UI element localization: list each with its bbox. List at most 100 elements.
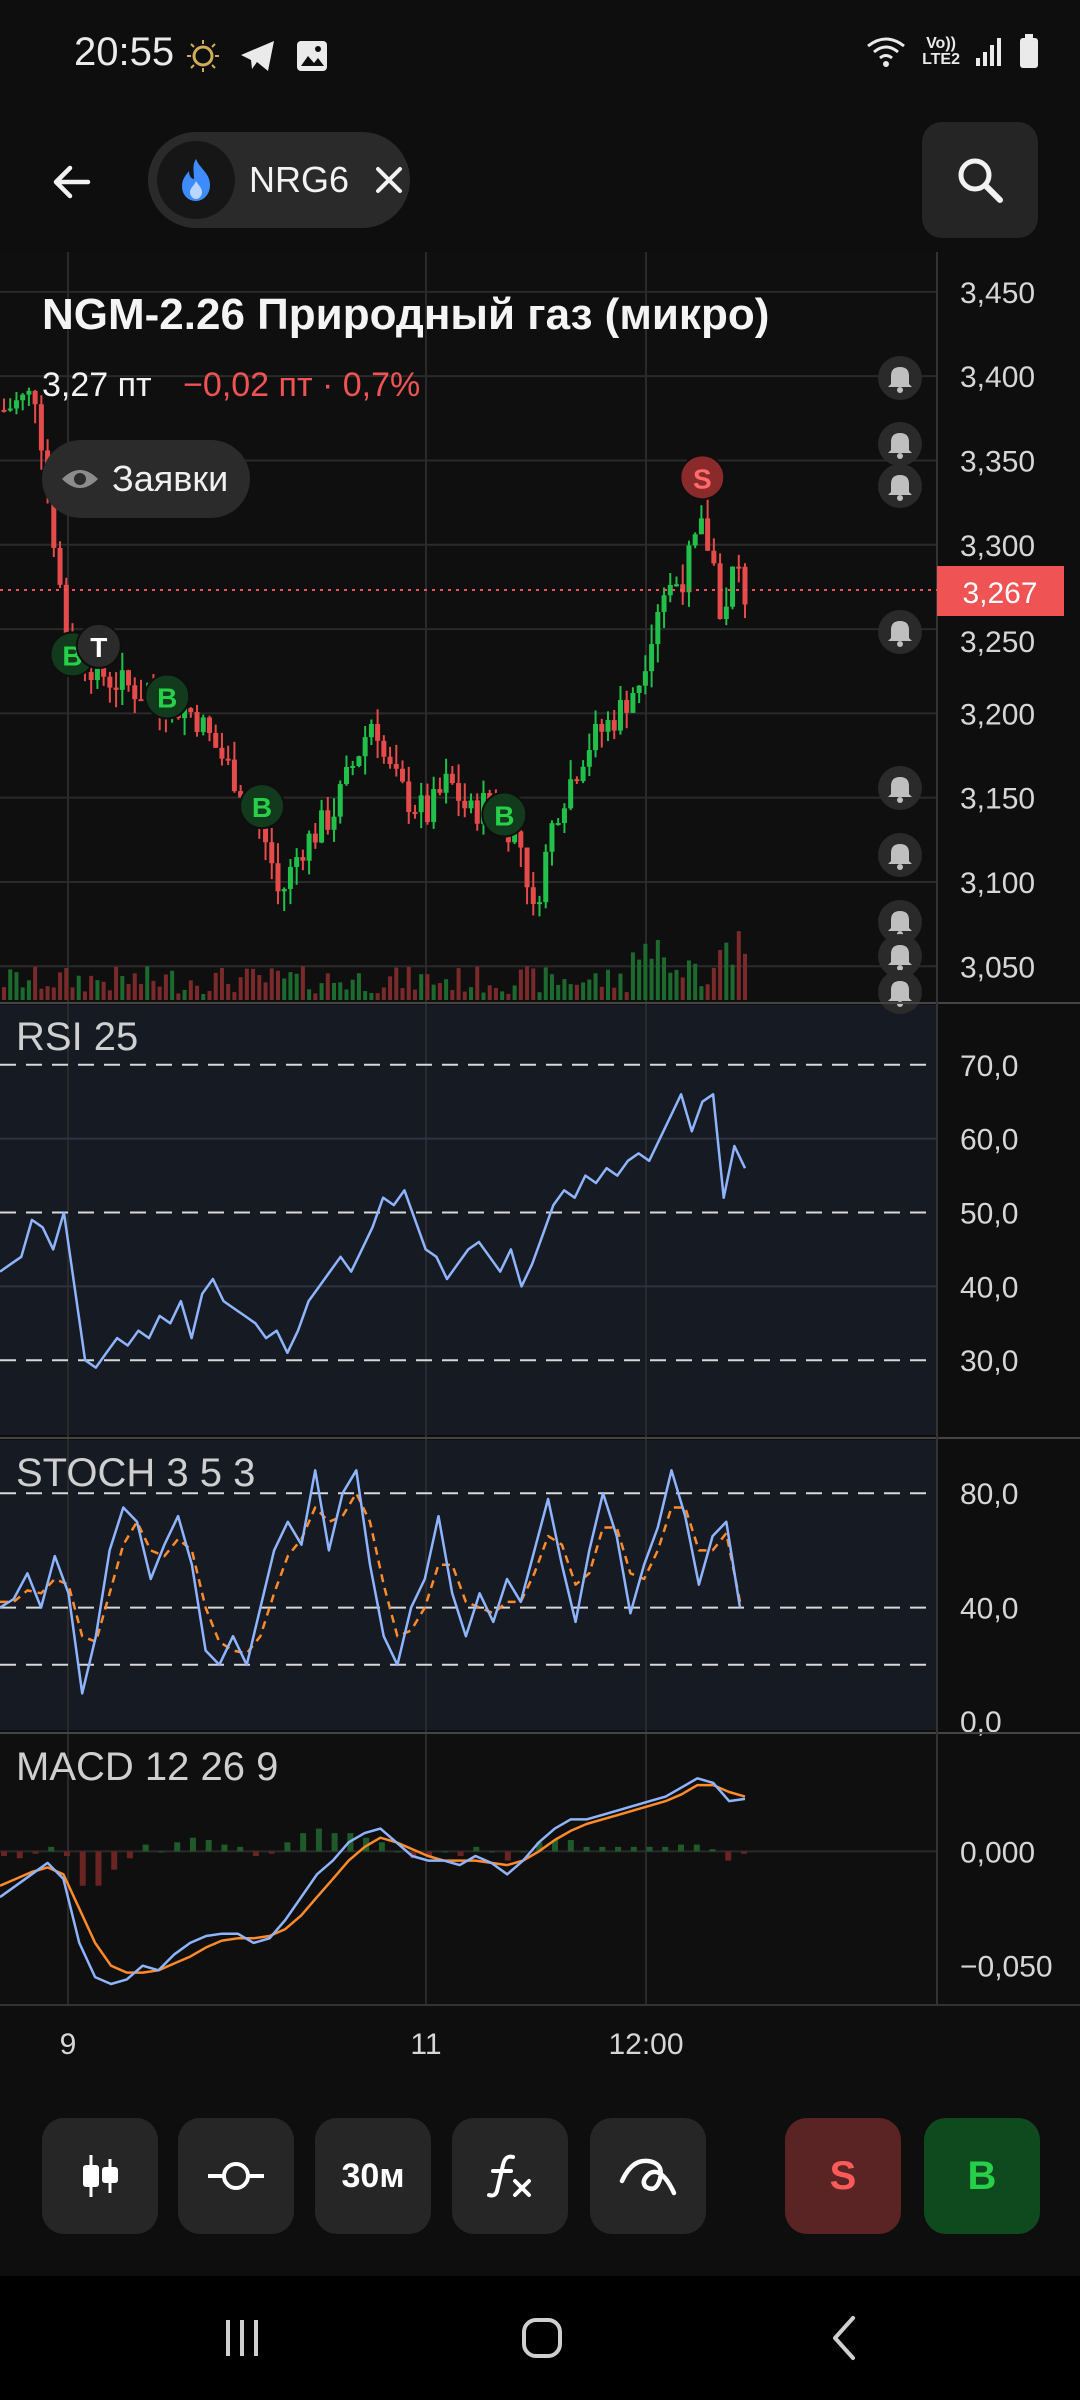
macd-histogram-bar — [300, 1833, 307, 1852]
bell-icon[interactable] — [878, 464, 922, 508]
indicator-button[interactable] — [178, 2118, 294, 2234]
signal-marker-label: S — [693, 463, 712, 494]
time-axis-tick: 11 — [410, 2028, 441, 2061]
macd-histogram-bar — [378, 1842, 385, 1852]
volume-bar — [114, 966, 119, 1000]
price-summary: 3,27 пт −0,02 пт · 0,7% — [42, 366, 420, 405]
candle-body — [368, 724, 374, 738]
bell-icon[interactable] — [878, 833, 922, 877]
macd-histogram-bar — [725, 1851, 732, 1861]
line-node-icon — [208, 2162, 264, 2190]
price-axis-tick: 3,100 — [960, 867, 1035, 900]
volume-bar — [444, 979, 449, 1000]
volume-bar — [363, 991, 368, 1000]
candle-body — [294, 857, 300, 867]
volume-bar — [581, 982, 586, 1000]
close-icon — [376, 167, 403, 193]
candle-body — [300, 857, 306, 861]
signal-marker-label: B — [157, 683, 177, 714]
candle-body — [730, 566, 736, 607]
volume-bar — [138, 983, 143, 1000]
volume-bar — [649, 958, 654, 1000]
recents-button[interactable] — [212, 2308, 272, 2368]
volume-bar — [568, 984, 573, 1000]
candle-body — [107, 676, 113, 688]
volume-bar — [556, 984, 561, 1000]
system-nav-bar — [0, 2276, 1080, 2400]
candle-body — [319, 810, 325, 843]
nav-back-button[interactable] — [815, 2308, 875, 2368]
chart-type-button[interactable] — [42, 2118, 158, 2234]
volume-bar — [662, 957, 667, 1000]
functions-button[interactable] — [452, 2118, 568, 2234]
volume-bar — [344, 989, 349, 1000]
volume-bar — [512, 985, 517, 1000]
volume-bar — [76, 975, 81, 1000]
home-button[interactable] — [512, 2308, 572, 2368]
volume-bar — [475, 966, 480, 1000]
volume-bar — [412, 989, 417, 1000]
price-axis-tick: 3,400 — [960, 361, 1035, 394]
price-axis-tick: 3,450 — [960, 277, 1035, 310]
volume-bar — [269, 968, 274, 1000]
volume-bar — [120, 976, 125, 1000]
orders-toggle-button[interactable]: Заявки — [42, 440, 251, 518]
candle-body — [555, 823, 561, 826]
candle-body — [462, 800, 468, 809]
bell-icon[interactable] — [878, 356, 922, 400]
candle-body — [32, 390, 38, 405]
timeframe-button[interactable]: 30м — [315, 2118, 431, 2234]
macd-histogram-bar — [331, 1833, 338, 1852]
candle-body — [680, 584, 686, 593]
volume-bar — [643, 943, 648, 1000]
chart-canvas[interactable]: B TBB BS 3,4503,4003,3503,3003,2503,2003,1… — [0, 252, 1080, 2062]
battery-icon — [1020, 34, 1038, 68]
macd-histogram-bar — [630, 1846, 637, 1852]
macd-histogram-bar — [284, 1842, 291, 1852]
drawing-button[interactable] — [590, 2118, 706, 2234]
candle-body — [188, 708, 194, 713]
macd-label: MACD 12 26 9 — [16, 1745, 278, 1789]
macd-histogram-bar — [237, 1846, 244, 1852]
bell-icon[interactable] — [878, 422, 922, 466]
buy-button[interactable]: B — [924, 2118, 1040, 2234]
remove-ticker-button[interactable] — [371, 162, 407, 198]
candle-body — [437, 789, 443, 793]
volume-bar — [151, 980, 156, 1000]
volume-bar — [107, 990, 112, 1000]
candle-body — [219, 747, 225, 759]
volume-bar — [182, 989, 187, 1000]
volume-bar — [8, 969, 13, 1000]
volume-bar — [699, 986, 704, 1000]
bell-icon[interactable] — [878, 970, 922, 1014]
sell-button[interactable]: S — [785, 2118, 901, 2234]
bell-icon-clapper — [897, 495, 903, 501]
ticker-logo — [157, 141, 235, 219]
volume-bar — [226, 983, 231, 1000]
candle-body — [387, 756, 393, 765]
volume-bar — [319, 983, 324, 1000]
candle-body — [655, 611, 661, 645]
last-price: 3,27 пт — [42, 366, 152, 404]
candle-body — [325, 810, 331, 830]
volume-bar — [743, 953, 747, 1000]
search-button[interactable] — [922, 122, 1038, 238]
volume-bar — [201, 993, 206, 1000]
bell-icon[interactable] — [878, 610, 922, 654]
macd-histogram-bar — [646, 1846, 653, 1852]
candle-body — [343, 767, 349, 785]
volume-bar — [437, 983, 442, 1000]
ticker-chip[interactable]: NRG6 — [148, 132, 410, 228]
macd-histogram-bar — [394, 1851, 401, 1853]
bell-icon[interactable] — [878, 766, 922, 810]
candle-body — [206, 717, 212, 733]
volume-bar — [188, 980, 193, 1000]
volume-bar — [606, 969, 611, 1000]
volume-bar — [375, 993, 380, 1000]
candle-body — [362, 737, 368, 757]
volume-bar — [481, 992, 486, 1000]
volume-bar — [350, 979, 355, 1000]
volume-bar — [431, 984, 436, 1000]
back-button[interactable] — [40, 150, 104, 214]
volume-bar — [213, 972, 218, 1000]
